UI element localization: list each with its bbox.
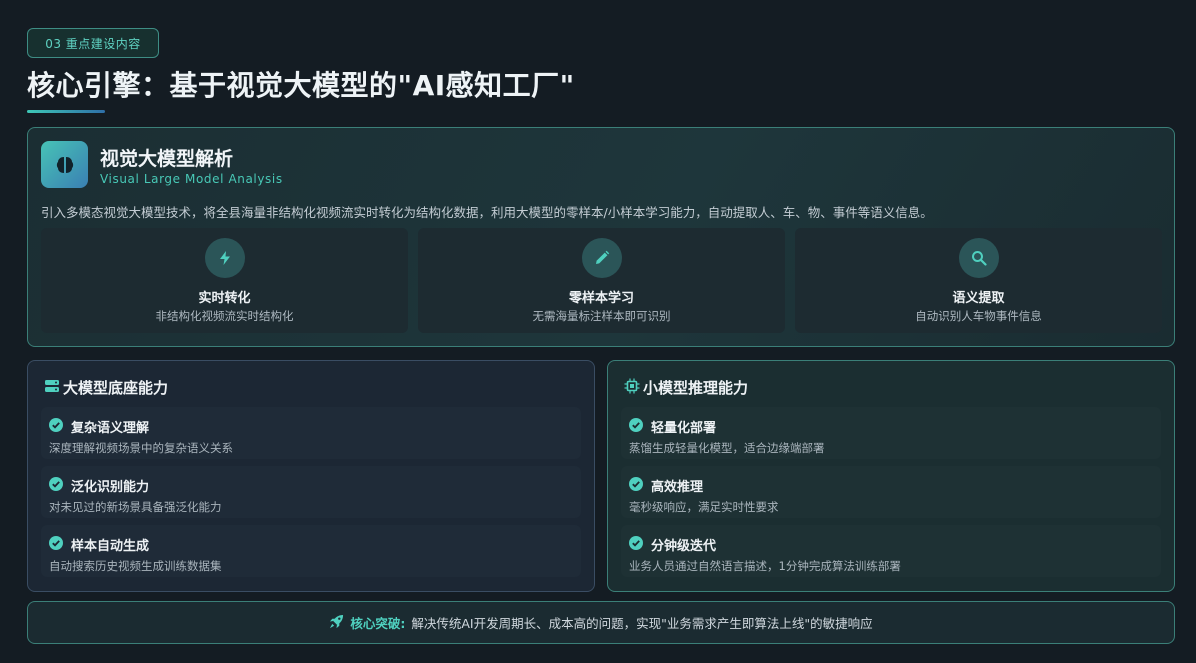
feature-card-zero-shot: 零样本学习 无需海量标注样本即可识别 bbox=[418, 228, 785, 333]
feature-card-realtime: 实时转化 非结构化视频流实时结构化 bbox=[41, 228, 408, 333]
item-desc: 蒸馏生成轻量化模型，适合边缘端部署 bbox=[629, 441, 825, 455]
pencil-icon bbox=[581, 238, 622, 278]
feature-title: 零样本学习 bbox=[568, 291, 634, 306]
panel-title: 大模型底座能力 bbox=[63, 379, 169, 397]
search-icon bbox=[958, 238, 999, 278]
panel-header: 小模型推理能力 bbox=[624, 377, 748, 398]
item-title: 分钟级迭代 bbox=[651, 539, 717, 554]
feature-title: 语义提取 bbox=[952, 291, 1005, 306]
list-item: 泛化识别能力 对未见过的新场景具备强泛化能力 bbox=[41, 466, 581, 518]
feature-desc: 非结构化视频流实时结构化 bbox=[155, 309, 294, 323]
hero-subtitle: Visual Large Model Analysis bbox=[100, 172, 283, 186]
item-title: 泛化识别能力 bbox=[71, 480, 150, 495]
feature-card-semantic: 语义提取 自动识别人车物事件信息 bbox=[795, 228, 1162, 333]
feature-title: 实时转化 bbox=[198, 291, 251, 306]
hero-description: 引入多模态视觉大模型技术，将全县海量非结构化视频流实时转化为结构化数据，利用大模… bbox=[41, 205, 933, 220]
title-underline bbox=[27, 110, 105, 113]
item-desc: 对未见过的新场景具备强泛化能力 bbox=[49, 500, 222, 514]
bolt-icon bbox=[204, 238, 245, 278]
large-model-panel: 大模型底座能力 复杂语义理解 深度理解视频场景中的复杂语义关系 泛化识别能力 对… bbox=[27, 360, 595, 592]
list-item: 样本自动生成 自动搜索历史视频生成训练数据集 bbox=[41, 525, 581, 577]
list-item: 轻量化部署 蒸馏生成轻量化模型，适合边缘端部署 bbox=[621, 407, 1161, 459]
hero-title: 视觉大模型解析 bbox=[100, 148, 234, 170]
check-circle-icon bbox=[49, 417, 63, 436]
item-desc: 毫秒级响应，满足实时性要求 bbox=[629, 500, 779, 514]
page-title: 核心引擎：基于视觉大模型的"AI感知工厂" bbox=[27, 69, 575, 102]
item-title: 复杂语义理解 bbox=[71, 421, 150, 436]
feature-desc: 自动识别人车物事件信息 bbox=[915, 309, 1042, 323]
item-title: 轻量化部署 bbox=[651, 421, 717, 436]
item-desc: 业务人员通过自然语言描述，1分钟完成算法训练部署 bbox=[629, 559, 901, 573]
item-title: 高效推理 bbox=[651, 480, 704, 495]
panel-title: 小模型推理能力 bbox=[643, 379, 749, 397]
banner-label: 核心突破: bbox=[350, 616, 406, 631]
list-item: 分钟级迭代 业务人员通过自然语言描述，1分钟完成算法训练部署 bbox=[621, 525, 1161, 577]
section-badge: 03 重点建设内容 bbox=[27, 28, 159, 58]
item-desc: 深度理解视频场景中的复杂语义关系 bbox=[49, 441, 233, 455]
item-title: 样本自动生成 bbox=[71, 539, 150, 554]
check-circle-icon bbox=[629, 476, 643, 495]
item-desc: 自动搜索历史视频生成训练数据集 bbox=[49, 559, 222, 573]
hero-card: 视觉大模型解析 Visual Large Model Analysis 引入多模… bbox=[27, 127, 1175, 347]
core-breakthrough-banner: 核心突破: 解决传统AI开发周期长、成本高的问题，实现"业务需求产生即算法上线"… bbox=[27, 601, 1175, 644]
check-circle-icon bbox=[49, 476, 63, 495]
feature-desc: 无需海量标注样本即可识别 bbox=[532, 309, 671, 323]
small-model-panel: 小模型推理能力 轻量化部署 蒸馏生成轻量化模型，适合边缘端部署 高效推理 毫秒级… bbox=[607, 360, 1175, 592]
check-circle-icon bbox=[629, 535, 643, 554]
check-circle-icon bbox=[49, 535, 63, 554]
brain-icon bbox=[41, 141, 88, 188]
chip-icon bbox=[624, 378, 640, 398]
check-circle-icon bbox=[629, 417, 643, 436]
panel-header: 大模型底座能力 bbox=[44, 377, 168, 398]
list-item: 高效推理 毫秒级响应，满足实时性要求 bbox=[621, 466, 1161, 518]
list-item: 复杂语义理解 深度理解视频场景中的复杂语义关系 bbox=[41, 407, 581, 459]
server-icon bbox=[44, 378, 60, 398]
banner-text: 解决传统AI开发周期长、成本高的问题，实现"业务需求产生即算法上线"的敏捷响应 bbox=[411, 616, 873, 631]
rocket-icon bbox=[329, 614, 344, 632]
